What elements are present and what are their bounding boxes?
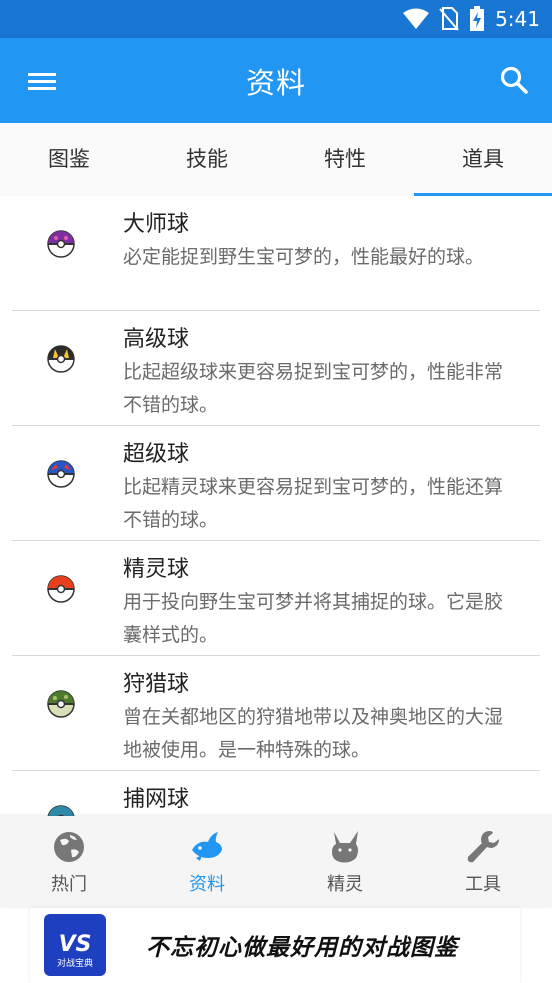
list-item[interactable]: 狩猎球 曾在关都地区的狩猎地带以及神奥地区的大湿地被使用。是一种特殊的球。 <box>12 656 540 771</box>
item-name: 捕网球 <box>123 787 190 812</box>
app-bar: 资料 <box>0 38 552 123</box>
nav-item-hot[interactable]: 热门 <box>0 816 138 908</box>
promo-banner[interactable]: VS 对战宝典 不忘初心做最好用的对战图鉴 <box>30 908 520 983</box>
wrench-icon <box>467 831 499 863</box>
master-ball-icon <box>47 230 75 258</box>
nav-label: 热门 <box>51 874 87 895</box>
nav-label: 精灵 <box>327 874 363 895</box>
item-list[interactable]: 大师球 必定能捉到野生宝可梦的，性能最好的球。 高级球 比起超级球来更容易捉到宝… <box>0 196 552 816</box>
pikachu-icon <box>332 831 358 863</box>
item-description: 必定能捉到野生宝可梦的，性能最好的球。 <box>123 246 485 268</box>
app-logo: VS 对战宝典 <box>44 914 106 976</box>
search-icon[interactable] <box>498 64 530 96</box>
globe-icon <box>54 832 84 862</box>
ultra-ball-icon <box>47 345 75 373</box>
no-sim-icon <box>439 7 459 31</box>
status-time: 5:41 <box>495 7 540 31</box>
item-name: 大师球 <box>123 212 190 237</box>
poke-ball-icon <box>47 575 75 603</box>
tab-items[interactable]: 道具 <box>414 123 552 196</box>
list-item[interactable]: 超级球 比起精灵球来更容易捉到宝可梦的，性能还算不错的球。 <box>12 426 540 541</box>
nav-label: 工具 <box>465 874 501 895</box>
page-title: 资料 <box>245 66 306 100</box>
list-item[interactable]: 捕网球 <box>12 771 540 816</box>
nav-label: 资料 <box>189 874 225 895</box>
item-name: 狩猎球 <box>123 672 190 697</box>
status-bar: 5:41 <box>0 0 552 38</box>
list-item[interactable]: 大师球 必定能捉到野生宝可梦的，性能最好的球。 <box>12 196 540 311</box>
list-item[interactable]: 精灵球 用于投向野生宝可梦并将其捕捉的球。它是胶囊样式的。 <box>12 541 540 656</box>
fish-icon <box>192 832 222 861</box>
item-description: 比起精灵球来更容易捉到宝可梦的，性能还算不错的球。 <box>123 476 504 531</box>
net-ball-icon <box>47 805 75 816</box>
item-name: 高级球 <box>123 327 190 352</box>
safari-ball-icon <box>47 690 75 718</box>
tab-moves[interactable]: 技能 <box>138 123 276 196</box>
item-name: 精灵球 <box>123 557 190 582</box>
banner-slogan: 不忘初心做最好用的对战图鉴 <box>146 935 458 961</box>
nav-item-data[interactable]: 资料 <box>138 816 276 908</box>
bottom-navigation: 热门 资料 精灵 工具 <box>0 816 552 908</box>
tab-bar: 图鉴 技能 特性 道具 <box>0 123 552 196</box>
logo-subtext: 对战宝典 <box>56 959 93 969</box>
item-description: 曾在关都地区的狩猎地带以及神奥地区的大湿地被使用。是一种特殊的球。 <box>123 706 504 761</box>
wifi-icon <box>403 8 430 29</box>
nav-item-pokemon[interactable]: 精灵 <box>276 816 414 908</box>
item-name: 超级球 <box>123 442 190 467</box>
item-description: 用于投向野生宝可梦并将其捕捉的球。它是胶囊样式的。 <box>123 591 504 646</box>
list-item[interactable]: 高级球 比起超级球来更容易捉到宝可梦的，性能非常不错的球。 <box>12 311 540 426</box>
tab-pokedex[interactable]: 图鉴 <box>0 123 138 196</box>
great-ball-icon <box>47 460 75 488</box>
logo-text: VS <box>58 932 92 957</box>
status-icons: 5:41 <box>403 6 540 32</box>
item-description: 比起超级球来更容易捉到宝可梦的，性能非常不错的球。 <box>123 361 504 416</box>
tab-abilities[interactable]: 特性 <box>276 123 414 196</box>
battery-charging-icon <box>470 6 485 31</box>
nav-item-tools[interactable]: 工具 <box>414 816 552 908</box>
